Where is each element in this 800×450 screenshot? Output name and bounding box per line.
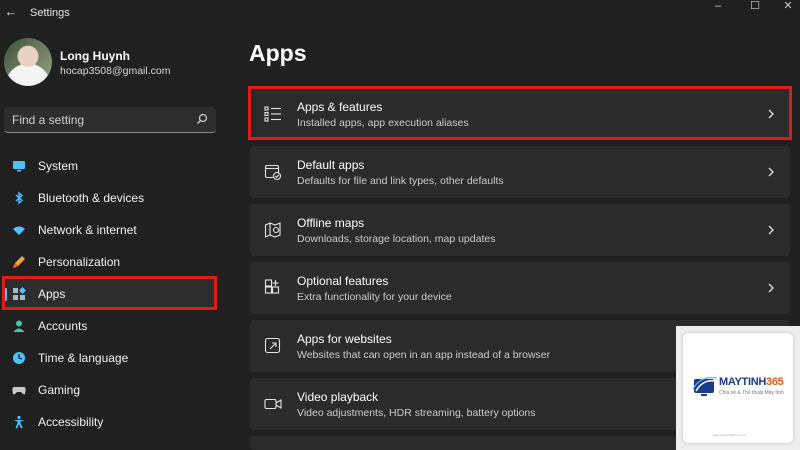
sidebar-item-accounts[interactable]: Accounts — [4, 311, 216, 341]
sidebar-item-label: Gaming — [38, 383, 81, 397]
globe-clock-icon — [13, 352, 25, 364]
watermark-brand: MAYTINH365 — [719, 376, 784, 388]
add-feature-icon — [264, 279, 280, 294]
maytinh365-logo-icon — [692, 376, 718, 396]
chevron-right-icon — [768, 283, 774, 293]
wifi-icon — [13, 226, 25, 235]
bluetooth-icon — [15, 191, 24, 205]
sidebar-item-label: Bluetooth & devices — [38, 191, 145, 205]
card-title: Default apps — [297, 158, 365, 172]
sidebar-item-label: Accounts — [38, 319, 88, 333]
search-box[interactable]: Find a setting — [4, 107, 216, 133]
sidebar-item-label: System — [38, 159, 79, 173]
card-title: Video playback — [297, 390, 379, 404]
card-title: Optional features — [297, 274, 389, 288]
user-email: hocap3508@gmail.com — [60, 65, 171, 77]
sidebar-item-time-language[interactable]: Time & language — [4, 343, 216, 373]
monitor-icon — [13, 161, 25, 172]
card-subtitle: Websites that can open in an app instead… — [297, 349, 551, 361]
sidebar-item-label: Network & internet — [38, 223, 137, 237]
card-offline-maps[interactable]: Offline maps Downloads, storage location… — [250, 204, 790, 256]
chevron-right-icon — [768, 225, 774, 235]
sidebar-item-accessibility[interactable]: Accessibility — [4, 407, 216, 437]
sidebar-item-label: Accessibility — [38, 415, 104, 429]
highlight-box-nav — [2, 276, 217, 310]
card-optional-features[interactable]: Optional features Extra functionality fo… — [250, 262, 790, 314]
search-icon[interactable] — [196, 113, 208, 125]
sidebar-item-label: Time & language — [38, 351, 129, 365]
card-subtitle: Video adjustments, HDR streaming, batter… — [297, 407, 536, 419]
user-name: Long Huynh — [60, 49, 130, 63]
sidebar-item-network[interactable]: Network & internet — [4, 215, 216, 245]
sidebar-item-gaming[interactable]: Gaming — [4, 375, 216, 405]
maximize-button[interactable]: ☐ — [737, 0, 773, 14]
title-bar: ← Settings – ☐ ✕ — [0, 0, 800, 26]
map-icon — [264, 222, 281, 238]
highlight-box-card — [248, 86, 792, 140]
chevron-right-icon — [768, 167, 774, 177]
avatar[interactable] — [4, 38, 52, 86]
accessibility-icon — [13, 415, 25, 429]
watermark-footer: www.maytinh365.com.vn — [713, 433, 747, 437]
brush-icon — [13, 256, 25, 268]
card-subtitle: Extra functionality for your device — [297, 291, 452, 303]
window-title: Settings — [30, 7, 70, 19]
page-title: Apps — [249, 40, 307, 66]
search-input[interactable]: Find a setting — [12, 113, 84, 127]
card-subtitle: Defaults for file and link types, other … — [297, 175, 504, 187]
watermark: MAYTINH365 Chia sẻ & Thủ thuật Máy tính … — [676, 326, 800, 450]
sidebar-item-label: Personalization — [38, 255, 121, 269]
card-subtitle: Downloads, storage location, map updates — [297, 233, 496, 245]
open-link-icon — [264, 337, 281, 354]
minimize-button[interactable]: – — [700, 0, 736, 14]
sidebar-item-system[interactable]: System — [4, 151, 216, 181]
person-icon — [13, 320, 25, 332]
card-title: Offline maps — [297, 216, 365, 230]
watermark-tagline: Chia sẻ & Thủ thuật Máy tính — [719, 390, 784, 396]
close-button[interactable]: ✕ — [770, 0, 800, 14]
back-arrow-icon[interactable]: ← — [3, 4, 19, 20]
card-default-apps[interactable]: Default apps Defaults for file and link … — [250, 146, 790, 198]
card-title: Apps for websites — [297, 332, 392, 346]
sidebar-item-personalization[interactable]: Personalization — [4, 247, 216, 277]
sidebar-item-bluetooth[interactable]: Bluetooth & devices — [4, 183, 216, 213]
default-apps-icon — [264, 164, 282, 181]
watermark-card: MAYTINH365 Chia sẻ & Thủ thuật Máy tính … — [683, 333, 793, 443]
video-camera-icon — [264, 398, 282, 410]
gamepad-icon — [12, 387, 26, 395]
